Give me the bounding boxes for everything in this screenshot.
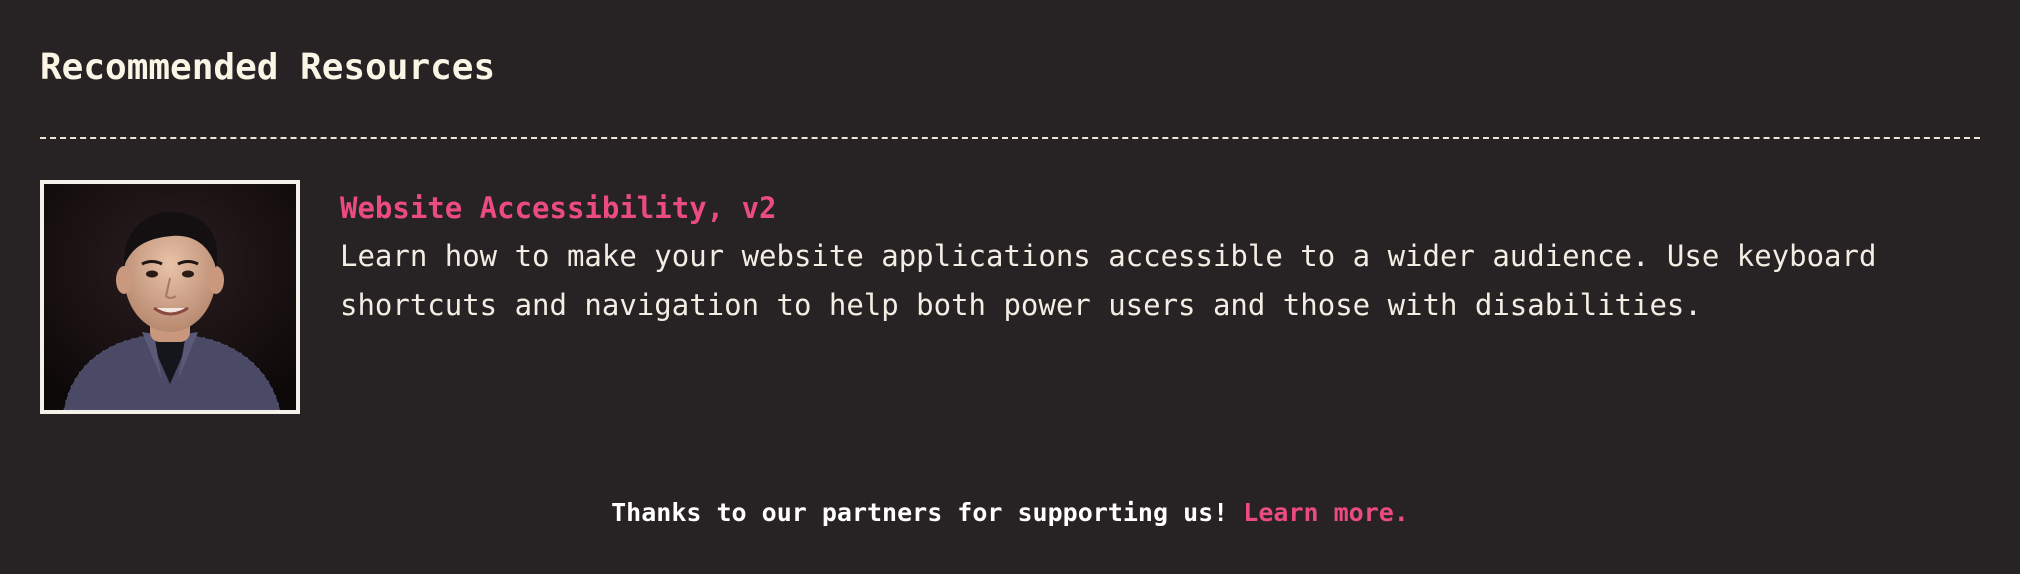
section-heading: Recommended Resources	[40, 47, 496, 88]
instructor-photo-icon	[44, 184, 296, 410]
resource-description: Learn how to make your website applicati…	[340, 239, 1877, 322]
resource-title-link[interactable]: Website Accessibility, v2	[340, 188, 777, 228]
learn-more-link[interactable]: Learn more.	[1243, 498, 1409, 527]
partners-footer: Thanks to our partners for supporting us…	[0, 496, 2020, 530]
resource-card: Website Accessibility, v2 Learn how to m…	[40, 180, 1980, 416]
instructor-photo[interactable]	[40, 180, 300, 414]
partners-text: Thanks to our partners for supporting us…	[611, 498, 1229, 527]
dashed-divider	[40, 137, 1980, 139]
